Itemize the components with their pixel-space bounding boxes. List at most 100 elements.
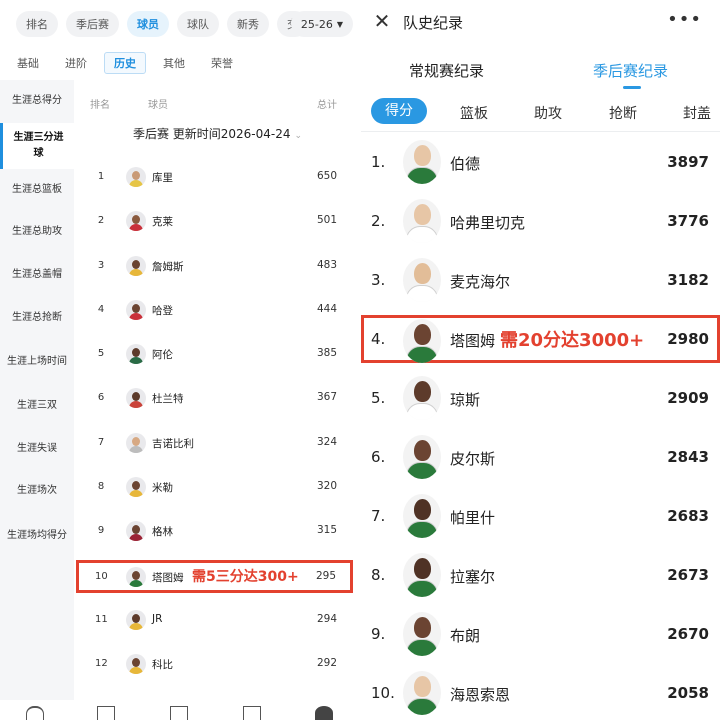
table-row[interactable]: 2 克莱 501 bbox=[74, 199, 361, 243]
avatar bbox=[126, 167, 146, 187]
subtab-history[interactable]: 历史 bbox=[104, 52, 146, 74]
records-list: 1. 伯德 3897 2. 哈弗里切克 3776 3. 麦克海尔 3182 4. 塔图姆 需20分达3… bbox=[361, 133, 720, 720]
points-value: 3897 bbox=[667, 153, 709, 171]
table-row[interactable]: 10 塔图姆 需5三分达300+ 295 bbox=[76, 559, 353, 593]
rank: 9. bbox=[371, 625, 386, 643]
player-name: 库里 bbox=[152, 172, 173, 184]
sidebar-item-career-minutes[interactable]: 生涯上场时间 bbox=[0, 339, 74, 385]
sidebar-item-career-turnovers[interactable]: 生涯失误 bbox=[0, 428, 74, 471]
trend-icon[interactable] bbox=[315, 706, 333, 720]
header-player: 球员 bbox=[148, 100, 168, 111]
list-item[interactable]: 2. 哈弗里切克 3776 bbox=[361, 192, 720, 251]
stat-tab-rebounds[interactable]: 篮板 bbox=[460, 103, 488, 123]
close-icon[interactable]: ✕ bbox=[371, 10, 393, 32]
avatar bbox=[126, 566, 146, 587]
plus-icon[interactable] bbox=[170, 706, 188, 720]
avatar bbox=[126, 344, 146, 365]
player-name: 皮尔斯 bbox=[450, 450, 496, 468]
tab-players[interactable]: 球员 bbox=[127, 11, 169, 37]
list-item[interactable]: 8. 拉塞尔 2673 bbox=[361, 546, 720, 605]
stat-value: 501 bbox=[316, 214, 337, 227]
stat-value: 444 bbox=[316, 302, 337, 315]
table-row[interactable]: 7 吉诺比利 324 bbox=[74, 421, 361, 465]
list-item[interactable]: 5. 琼斯 2909 bbox=[361, 369, 720, 428]
tab-playoffs-records[interactable]: 季后赛纪录 bbox=[593, 60, 668, 81]
player-photo bbox=[403, 494, 441, 538]
header-total: 总计 bbox=[317, 100, 337, 111]
more-icon[interactable]: ••• bbox=[667, 11, 702, 29]
points-value: 2980 bbox=[667, 330, 709, 348]
table-row[interactable]: 5 阿伦 385 bbox=[74, 332, 361, 376]
list-item[interactable]: 4. 塔图姆 需20分达3000+ 2980 bbox=[361, 315, 720, 363]
list-item[interactable]: 7. 帕里什 2683 bbox=[361, 487, 720, 546]
points-value: 2909 bbox=[667, 389, 709, 407]
list-item[interactable]: 1. 伯德 3897 bbox=[361, 133, 720, 192]
sidebar-item-career-ppg[interactable]: 生涯场均得分 bbox=[0, 513, 74, 559]
subtab-honors[interactable]: 荣誉 bbox=[202, 52, 242, 74]
list-item[interactable]: 10. 海恩索恩 2058 bbox=[361, 664, 720, 720]
subtab-advanced[interactable]: 进阶 bbox=[56, 52, 96, 74]
season-selector[interactable]: 25-26 ▼ bbox=[290, 11, 353, 37]
stat-tab-points[interactable]: 得分 bbox=[371, 98, 427, 124]
list-item[interactable]: 6. 皮尔斯 2843 bbox=[361, 428, 720, 487]
table-row[interactable]: 1 库里 650 bbox=[74, 155, 361, 199]
player-photo bbox=[403, 553, 441, 597]
stat-value: 294 bbox=[316, 612, 337, 625]
subtab-basic[interactable]: 基础 bbox=[8, 52, 48, 74]
header-rank: 排名 bbox=[90, 100, 110, 111]
player-name: JR bbox=[152, 612, 163, 625]
sidebar-item-career-blocks[interactable]: 生涯总盖帽 bbox=[0, 254, 74, 297]
playoffs-filter[interactable]: 季后赛 更新时间2026-04-24 ⌄ bbox=[74, 125, 361, 147]
avatar bbox=[126, 388, 146, 409]
stat-tab-blocks[interactable]: 封盖 bbox=[683, 103, 711, 123]
stat-tab-assists[interactable]: 助攻 bbox=[534, 103, 562, 123]
player-name: 塔图姆 bbox=[450, 332, 496, 350]
list-item[interactable]: 3. 麦克海尔 3182 bbox=[361, 251, 720, 310]
table-row[interactable]: 11 JR 294 bbox=[74, 598, 361, 642]
tab-teams[interactable]: 球队 bbox=[177, 11, 219, 37]
player-name: 哈弗里切克 bbox=[450, 214, 526, 232]
table-row[interactable]: 9 格林 315 bbox=[74, 509, 361, 553]
sidebar-item-career-games[interactable]: 生涯场次 bbox=[0, 470, 74, 513]
player-name: 米勒 bbox=[152, 482, 173, 495]
table-row[interactable]: 6 杜兰特 367 bbox=[74, 376, 361, 420]
rank: 2 bbox=[97, 215, 105, 227]
stat-tab-steals[interactable]: 抢断 bbox=[609, 103, 637, 123]
table-row[interactable]: 3 詹姆斯 483 bbox=[74, 244, 361, 288]
player-photo bbox=[403, 435, 441, 479]
sidebar-item-career-rebounds[interactable]: 生涯总篮板 bbox=[0, 169, 74, 212]
player-name: 塔图姆 bbox=[152, 571, 184, 584]
rank: 10. bbox=[371, 684, 395, 702]
avatar bbox=[126, 211, 146, 232]
filter-label: 季后赛 更新时间2026-04-24 bbox=[132, 127, 291, 141]
tab-rookies[interactable]: 新秀 bbox=[227, 11, 269, 37]
sidebar-item-career-steals[interactable]: 生涯总抢断 bbox=[0, 296, 74, 339]
table-row[interactable]: 4 哈登 444 bbox=[74, 288, 361, 332]
tab-ranking[interactable]: 排名 bbox=[16, 11, 58, 37]
sidebar-item-career-assists[interactable]: 生涯总助攻 bbox=[0, 211, 74, 254]
home-icon[interactable] bbox=[26, 706, 44, 720]
rank: 7. bbox=[371, 507, 386, 525]
tab-playoffs[interactable]: 季后赛 bbox=[66, 11, 119, 37]
star-icon[interactable] bbox=[243, 706, 261, 720]
rank: 8 bbox=[97, 481, 105, 493]
table-header: 排名 球员 总计 bbox=[74, 88, 361, 116]
player-name: 拉塞尔 bbox=[450, 568, 496, 586]
avatar bbox=[126, 521, 146, 542]
stat-value: 324 bbox=[316, 435, 337, 448]
list-item[interactable]: 9. 布朗 2670 bbox=[361, 605, 720, 664]
avatar bbox=[126, 653, 146, 674]
tab-regular-season[interactable]: 常规赛纪录 bbox=[409, 60, 484, 81]
sidebar-item-career-triple-doubles[interactable]: 生涯三双 bbox=[0, 385, 74, 428]
sidebar-item-career-threes[interactable]: 生涯三分进球 bbox=[0, 122, 74, 169]
subtab-other[interactable]: 其他 bbox=[154, 52, 194, 74]
points-value: 3182 bbox=[667, 271, 709, 289]
sidebar-item-career-points[interactable]: 生涯总得分 bbox=[0, 80, 74, 123]
rank: 12 bbox=[95, 657, 108, 669]
stat-value: 367 bbox=[316, 391, 337, 404]
table-row[interactable]: 8 米勒 320 bbox=[74, 465, 361, 509]
rank: 5 bbox=[97, 348, 105, 360]
player-photo bbox=[403, 376, 441, 420]
table-row[interactable]: 12 科比 292 bbox=[74, 642, 361, 686]
news-icon[interactable] bbox=[97, 706, 115, 720]
